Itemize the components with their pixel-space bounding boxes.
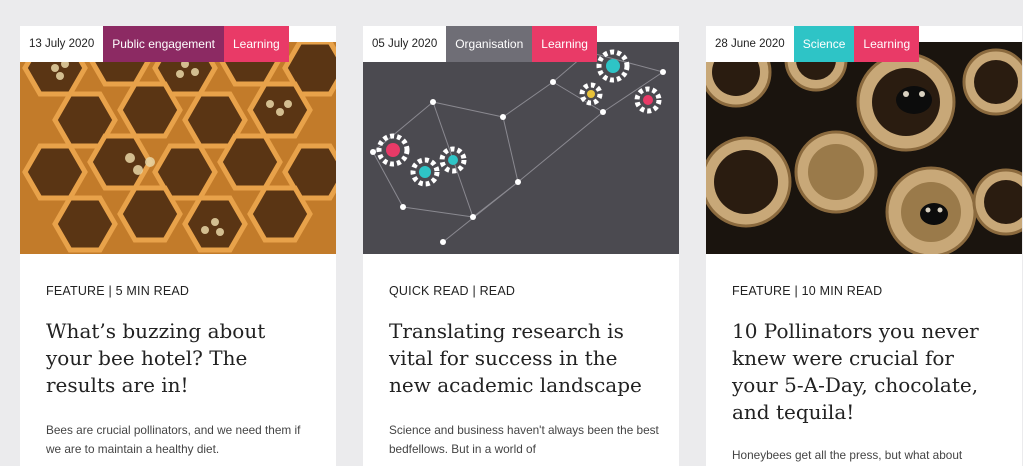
article-card[interactable]: 28 June 2020 Science Learning FEATURE | …: [706, 26, 1022, 466]
date-label: 05 July 2020: [363, 26, 447, 62]
card-excerpt: Science and business haven't always been…: [389, 423, 659, 456]
tag-learning[interactable]: Learning: [223, 26, 289, 62]
tag-organisation[interactable]: Organisation: [446, 26, 533, 62]
bees-in-tubes-image[interactable]: [706, 42, 1022, 254]
card-meta: QUICK READ | READ: [389, 284, 516, 298]
tag-row: 28 June 2020 Science Learning: [706, 26, 920, 62]
gears-network-image[interactable]: [363, 42, 679, 254]
article-card[interactable]: 05 July 2020 Organisation Learning QUICK…: [363, 26, 679, 466]
card-title[interactable]: What’s buzzing about your bee hotel? The…: [46, 318, 316, 399]
date-label: 28 June 2020: [706, 26, 794, 62]
tag-row: 13 July 2020 Public engagement Learning: [20, 26, 289, 62]
card-title[interactable]: Translating research is vital for succes…: [389, 318, 659, 399]
date-label: 13 July 2020: [20, 26, 104, 62]
article-card[interactable]: 13 July 2020 Public engagement Learning …: [20, 26, 336, 466]
card-title[interactable]: 10 Pollinators you never knew were cruci…: [732, 318, 1002, 426]
tag-science[interactable]: Science: [793, 26, 855, 62]
card-meta: FEATURE | 5 MIN READ: [46, 284, 190, 298]
card-excerpt: Bees are crucial pollinators, and we nee…: [46, 423, 301, 456]
tag-public-engagement[interactable]: Public engagement: [103, 26, 224, 62]
card-meta: FEATURE | 10 MIN READ: [732, 284, 883, 298]
bee-hotel-image[interactable]: [20, 42, 336, 254]
tag-learning[interactable]: Learning: [532, 26, 597, 62]
tag-learning[interactable]: Learning: [854, 26, 920, 62]
tag-row: 05 July 2020 Organisation Learning: [363, 26, 597, 62]
